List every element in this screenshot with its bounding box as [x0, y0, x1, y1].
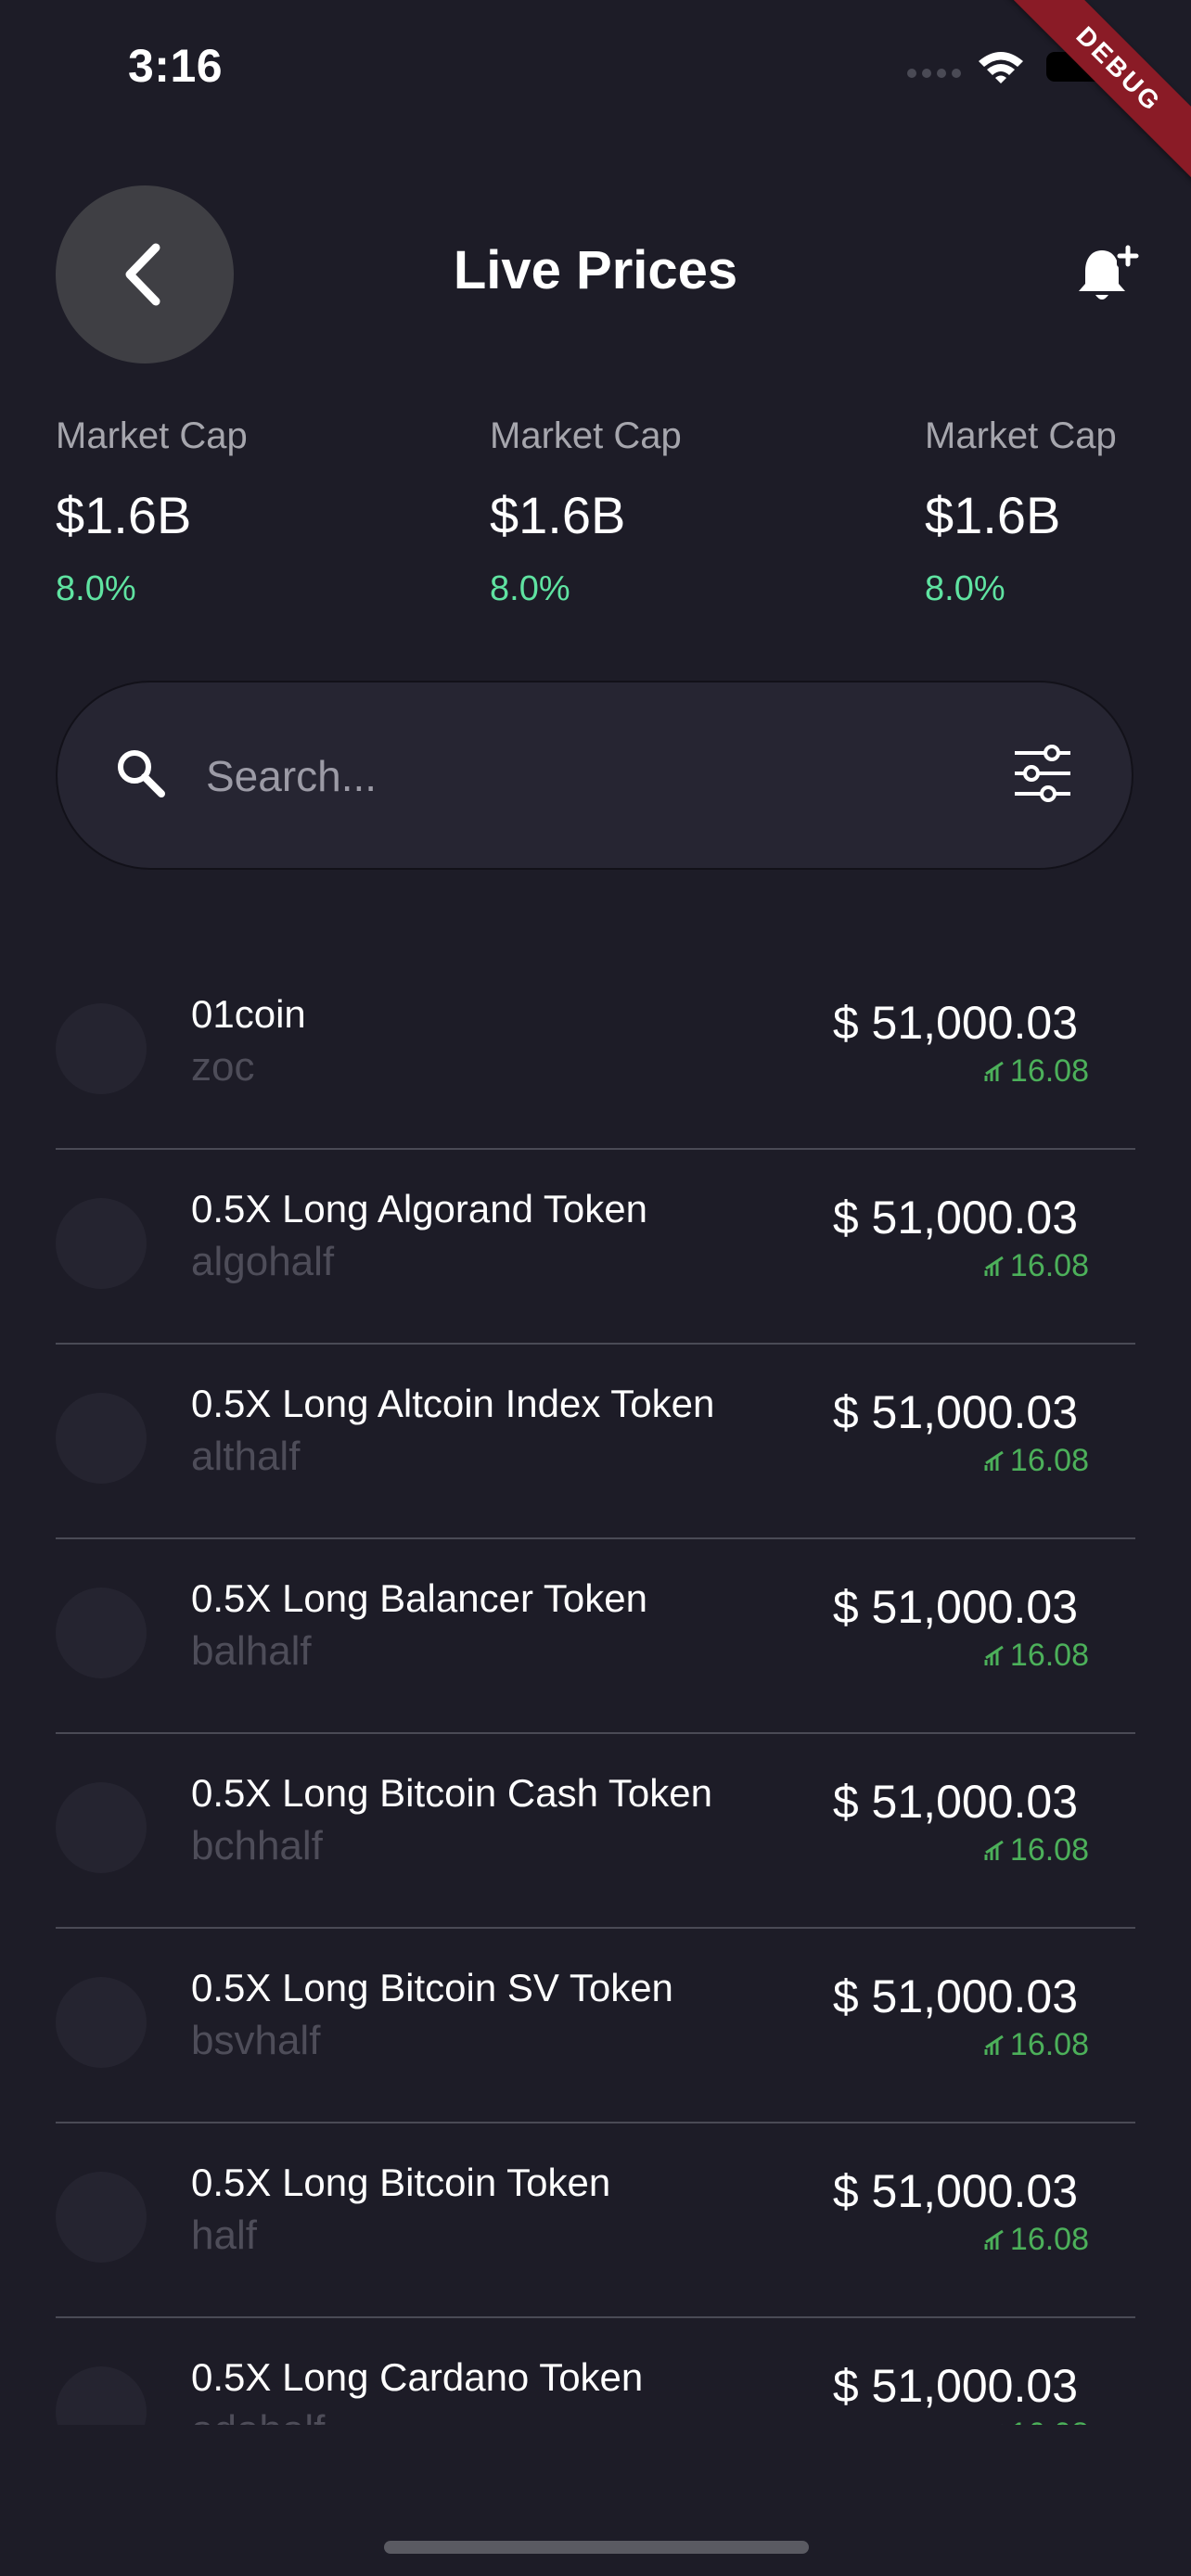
market-stat-change: 8.0%: [56, 569, 136, 608]
coin-change: 16.08: [982, 2027, 1089, 2063]
coin-change: 16.08: [982, 1638, 1089, 1674]
coin-price: $ 51,000.03: [832, 1192, 1078, 1243]
coin-change-value: 16.08: [1009, 2222, 1089, 2257]
coin-list-item[interactable]: 0.5X Long Bitcoin Token half $ 51,000.03…: [56, 2123, 1135, 2318]
trend-up-icon: [984, 2034, 1004, 2055]
coin-name: 0.5X Long Cardano Token: [191, 2355, 644, 2399]
coin-price: $ 51,000.03: [832, 1386, 1078, 1438]
coin-list[interactable]: 01coin zoc $ 51,000.03 16.08 0.5X Long A…: [56, 955, 1135, 2425]
market-stat-value: $1.6B: [490, 486, 626, 544]
market-stat-label: Market Cap: [925, 415, 1117, 456]
coin-symbol: adahalf: [191, 2407, 325, 2425]
coin-change: 16.08: [982, 1832, 1089, 1868]
market-stat-card: Market Cap $1.6B 8.0%: [56, 415, 445, 609]
coin-change-value: 16.08: [1009, 1053, 1089, 1089]
home-indicator[interactable]: [384, 2541, 809, 2554]
coin-list-item[interactable]: 0.5X Long Bitcoin SV Token bsvhalf $ 51,…: [56, 1929, 1135, 2123]
coin-list-item[interactable]: 01coin zoc $ 51,000.03 16.08: [56, 955, 1135, 1150]
coin-symbol: half: [191, 2213, 257, 2258]
coin-avatar: [56, 2366, 147, 2425]
market-stat-change: 8.0%: [490, 569, 570, 608]
coin-name: 0.5X Long Bitcoin SV Token: [191, 1966, 673, 2009]
coin-change-value: 16.08: [1009, 1638, 1089, 1673]
coin-price: $ 51,000.03: [832, 1776, 1078, 1828]
search-bar[interactable]: [56, 681, 1133, 870]
trend-up-icon: [984, 1450, 1004, 1471]
coin-avatar: [56, 1393, 147, 1484]
coin-avatar: [56, 1782, 147, 1873]
bell-plus-icon[interactable]: [1074, 243, 1139, 308]
coin-symbol: bsvhalf: [191, 2018, 321, 2063]
market-stat-label: Market Cap: [490, 415, 682, 456]
market-stat-value: $1.6B: [56, 486, 192, 544]
coin-symbol: althalf: [191, 1434, 301, 1479]
market-stats-row[interactable]: Market Cap $1.6B 8.0% Market Cap $1.6B 8…: [56, 415, 1191, 629]
coin-name: 01coin: [191, 992, 306, 1036]
trend-up-icon: [984, 1840, 1004, 1860]
coin-change: 16.08: [982, 1248, 1089, 1284]
coin-avatar: [56, 1003, 147, 1094]
trend-up-icon: [984, 1645, 1004, 1665]
coin-change: 16.08: [982, 2222, 1089, 2258]
sliders-icon[interactable]: [1011, 744, 1074, 803]
coin-list-item[interactable]: 0.5X Long Altcoin Index Token althalf $ …: [56, 1345, 1135, 1539]
coin-price: $ 51,000.03: [832, 2165, 1078, 2217]
status-bar: 3:16: [0, 0, 1191, 130]
trend-up-icon: [1000, 2424, 1003, 2425]
coin-name: 0.5X Long Bitcoin Cash Token: [191, 1771, 712, 1815]
coin-avatar: [56, 1977, 147, 2068]
coin-avatar: [56, 1588, 147, 1678]
wifi-icon: [979, 52, 1023, 83]
coin-symbol: bchhalf: [191, 1823, 323, 1868]
app-header: Live Prices: [0, 185, 1191, 363]
coin-change-value: 16.08: [1009, 2027, 1089, 2062]
coin-price: $ 51,000.03: [832, 2360, 1078, 2412]
trend-up-icon: [984, 2229, 1004, 2250]
trend-up-icon: [984, 1061, 1004, 1081]
coin-change: 16.08: [982, 1443, 1089, 1479]
coin-symbol: zoc: [191, 1044, 255, 1090]
coin-change-value: 16.08: [1009, 1832, 1089, 1868]
coin-price: $ 51,000.03: [832, 1581, 1078, 1633]
coin-change: 16.08: [982, 1053, 1089, 1090]
coin-name: 0.5X Long Balancer Token: [191, 1576, 647, 1620]
coin-price: $ 51,000.03: [832, 997, 1078, 1049]
coin-name: 0.5X Long Bitcoin Token: [191, 2161, 611, 2204]
status-time: 3:16: [128, 40, 224, 92]
search-input[interactable]: [204, 738, 950, 814]
coin-list-item[interactable]: 0.5X Long Cardano Token adahalf $ 51,000…: [56, 2318, 1135, 2425]
market-stat-change: 8.0%: [925, 569, 1005, 608]
coin-list-item[interactable]: 0.5X Long Bitcoin Cash Token bchhalf $ 5…: [56, 1734, 1135, 1929]
market-stat-value: $1.6B: [925, 486, 1061, 544]
coin-list-item[interactable]: 0.5X Long Balancer Token balhalf $ 51,00…: [56, 1539, 1135, 1734]
page-title: Live Prices: [453, 240, 738, 300]
trend-up-icon: [984, 1256, 1004, 1276]
coin-symbol: algohalf: [191, 1239, 335, 1284]
coin-avatar: [56, 2172, 147, 2263]
market-stat-label: Market Cap: [56, 415, 248, 456]
coin-list-item[interactable]: 0.5X Long Algorand Token algohalf $ 51,0…: [56, 1150, 1135, 1345]
coin-change-value: 16.08: [1009, 1443, 1089, 1478]
coin-price: $ 51,000.03: [832, 1970, 1078, 2022]
coin-change-value: 16.08: [1009, 1248, 1089, 1283]
coin-name: 0.5X Long Altcoin Index Token: [191, 1382, 715, 1425]
coin-name: 0.5X Long Algorand Token: [191, 1187, 647, 1231]
coin-avatar: [56, 1198, 147, 1289]
coin-symbol: balhalf: [191, 1628, 312, 1674]
market-stat-card: Market Cap $1.6B 8.0%: [925, 415, 1191, 609]
search-icon: [118, 750, 165, 797]
coin-change-value: 16.08: [1010, 2417, 1089, 2425]
market-stat-card: Market Cap $1.6B 8.0%: [490, 415, 879, 609]
coin-change: 16.08: [982, 2417, 1089, 2425]
cellular-signal-icon: [907, 69, 961, 78]
